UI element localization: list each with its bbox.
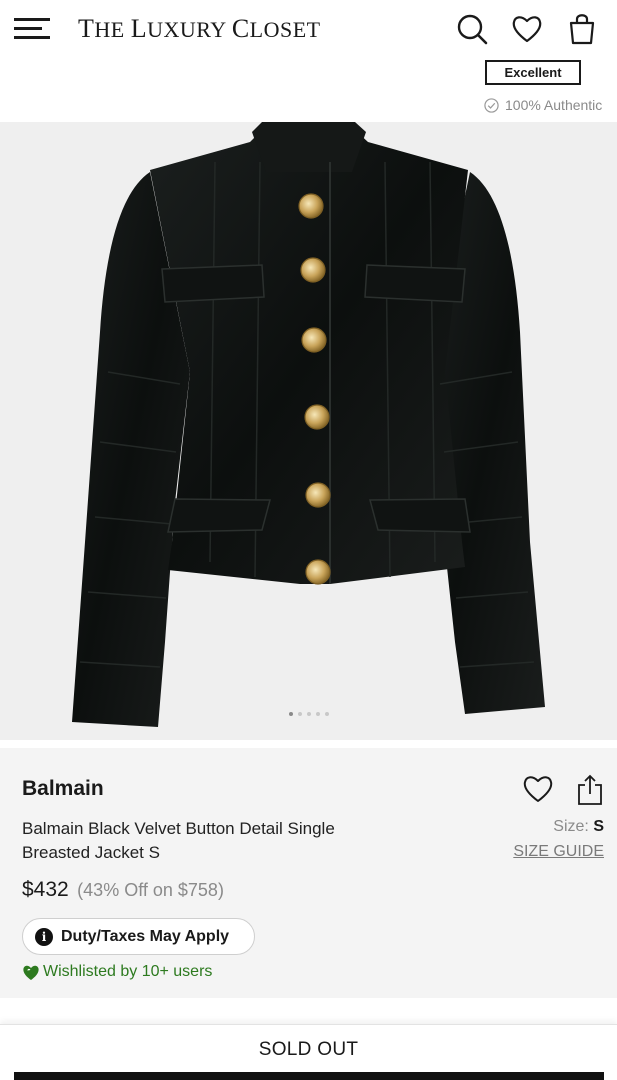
wishlist-heart-icon[interactable] — [522, 774, 554, 804]
duty-label: Duty/Taxes May Apply — [61, 927, 230, 945]
carousel-dot[interactable] — [306, 712, 311, 716]
duty-taxes-button[interactable]: i Duty/Taxes May Apply — [22, 918, 255, 955]
condition-row: Excellent 100% Authentic — [0, 58, 617, 122]
shopping-bag-icon[interactable] — [566, 12, 598, 46]
search-icon[interactable] — [456, 12, 488, 46]
logo[interactable]: THE LUXURY CLOSET — [78, 14, 321, 44]
share-icon[interactable] — [575, 773, 605, 807]
authentic-text: 100% Authentic — [505, 97, 603, 113]
header: THE LUXURY CLOSET — [0, 0, 617, 58]
product-title: Balmain Black Velvet Button Detail Singl… — [22, 819, 335, 862]
product-image — [72, 122, 545, 727]
size-guide-link[interactable]: SIZE GUIDE — [513, 843, 604, 861]
sold-out-label[interactable]: SOLD OUT — [0, 1039, 617, 1061]
separator — [0, 740, 617, 748]
carousel-dot[interactable] — [288, 712, 293, 716]
condition-badge[interactable]: Excellent — [485, 60, 581, 85]
price: $432 — [22, 878, 69, 901]
check-circle-icon — [484, 97, 499, 113]
brand-name[interactable]: Balmain — [22, 777, 104, 801]
wishlisted-text: Wishlisted by 10+ users — [43, 963, 213, 980]
carousel-dots[interactable] — [0, 712, 617, 716]
discount-text: (43% Off on $758) — [77, 880, 224, 900]
product-info: Balmain Balmain Black Velvet Button Deta… — [0, 748, 617, 998]
price-row: $432 (43% Off on $758) — [22, 878, 224, 902]
info-icon: i — [35, 927, 53, 946]
bottom-bar — [14, 1072, 604, 1080]
product-image-gallery[interactable] — [0, 122, 617, 740]
green-heart-icon — [23, 965, 39, 980]
carousel-dot[interactable] — [297, 712, 302, 716]
heart-icon[interactable] — [511, 12, 543, 46]
carousel-dot[interactable] — [324, 712, 329, 716]
carousel-dot[interactable] — [315, 712, 320, 716]
wishlisted-info: Wishlisted by 10+ users — [22, 963, 212, 981]
size-label: Size: — [553, 818, 589, 835]
authentic-label: 100% Authentic — [484, 97, 602, 113]
menu-icon[interactable] — [14, 16, 52, 42]
size-info: Size: S — [553, 818, 604, 836]
size-value: S — [593, 818, 604, 835]
